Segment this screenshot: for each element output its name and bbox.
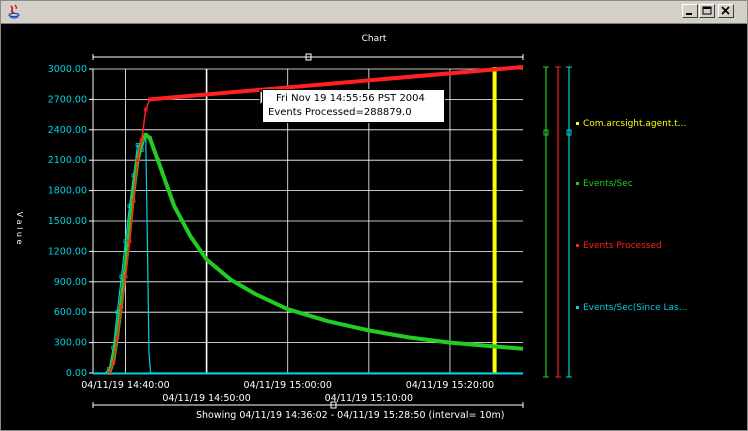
chart-title: Chart — [362, 34, 387, 44]
close-button[interactable] — [718, 4, 734, 18]
chart-window: Chart V a l u e 0.00 300.00 600.00 900.00 12… — [0, 0, 748, 431]
maximize-button[interactable] — [699, 4, 715, 18]
legend-item: Events/Sec(Since Las... — [576, 303, 687, 313]
legend-label: Events/Sec(Since Las... — [583, 303, 687, 313]
series-events-sec — [107, 132, 524, 374]
y-tick-label: 300.00 — [54, 338, 87, 349]
y-tick-label: 600.00 — [54, 307, 87, 318]
y-tick-label: 3000.00 — [48, 64, 87, 75]
y-axis-label: V a l u e — [15, 212, 24, 245]
series-events-sec-since-last — [93, 134, 523, 374]
y-tick-label: 1200.00 — [48, 246, 87, 257]
y-axis-ticks: 0.00 300.00 600.00 900.00 1200.00 1500.00 1800… — [48, 64, 87, 379]
y-tick-label: 2100.00 — [48, 155, 87, 166]
y-tick-label: 1800.00 — [48, 186, 87, 197]
legend-swatch — [576, 306, 579, 309]
tooltip-timestamp: Fri Nov 19 14:55:56 PST 2004 — [276, 93, 425, 104]
close-icon — [721, 6, 730, 15]
x-tick-label: 04/11/19 14:50:00 — [162, 393, 250, 404]
maximize-icon — [702, 6, 712, 15]
y-tick-label: 2700.00 — [48, 94, 87, 105]
x-tick-label: 04/11/19 14:40:00 — [81, 380, 169, 391]
minimize-button[interactable] — [682, 4, 698, 18]
x-tick-label: 04/11/19 15:10:00 — [325, 393, 413, 404]
legend-label: Com.arcsight.agent.t... — [583, 119, 686, 129]
legend-item: Events/Sec — [576, 179, 633, 189]
x-tick-label: 04/11/19 15:00:00 — [244, 380, 332, 391]
legend-swatch — [576, 182, 579, 185]
legend-swatch — [576, 244, 579, 247]
legend-label: Events Processed — [583, 241, 662, 251]
minimize-icon — [686, 13, 692, 15]
showing-range-text: Showing 04/11/19 14:36:02 - 04/11/19 15:… — [196, 410, 505, 421]
legend-item: Events Processed — [576, 241, 662, 251]
top-range-bar[interactable] — [92, 53, 524, 61]
legend-item: Com.arcsight.agent.t... — [576, 119, 686, 129]
bottom-range-bar[interactable] — [92, 401, 524, 409]
data-point-tooltip: Fri Nov 19 14:55:56 PST 2004 Events Proc… — [262, 89, 445, 123]
legend-label: Events/Sec — [583, 179, 633, 189]
chart-canvas: Chart V a l u e 0.00 300.00 600.00 900.00 12… — [15, 34, 687, 421]
x-axis-ticks: 04/11/19 14:40:00 04/11/19 15:00:00 04/11/… — [81, 380, 494, 404]
y-tick-label: 1500.00 — [48, 216, 87, 227]
tooltip-value: Events Processed=288879.0 — [268, 107, 412, 118]
title-bar[interactable] — [1, 1, 747, 24]
y-tick-label: 900.00 — [54, 277, 87, 288]
legend-swatch — [576, 122, 579, 125]
legend: Com.arcsight.agent.t... Events/Sec Events … — [576, 119, 687, 313]
y-tick-label: 0.00 — [66, 368, 87, 379]
x-tick-label: 04/11/19 15:20:00 — [406, 380, 494, 391]
y-tick-label: 2400.00 — [48, 125, 87, 136]
java-app-icon — [8, 4, 20, 19]
legend-scale-bars — [543, 66, 572, 378]
